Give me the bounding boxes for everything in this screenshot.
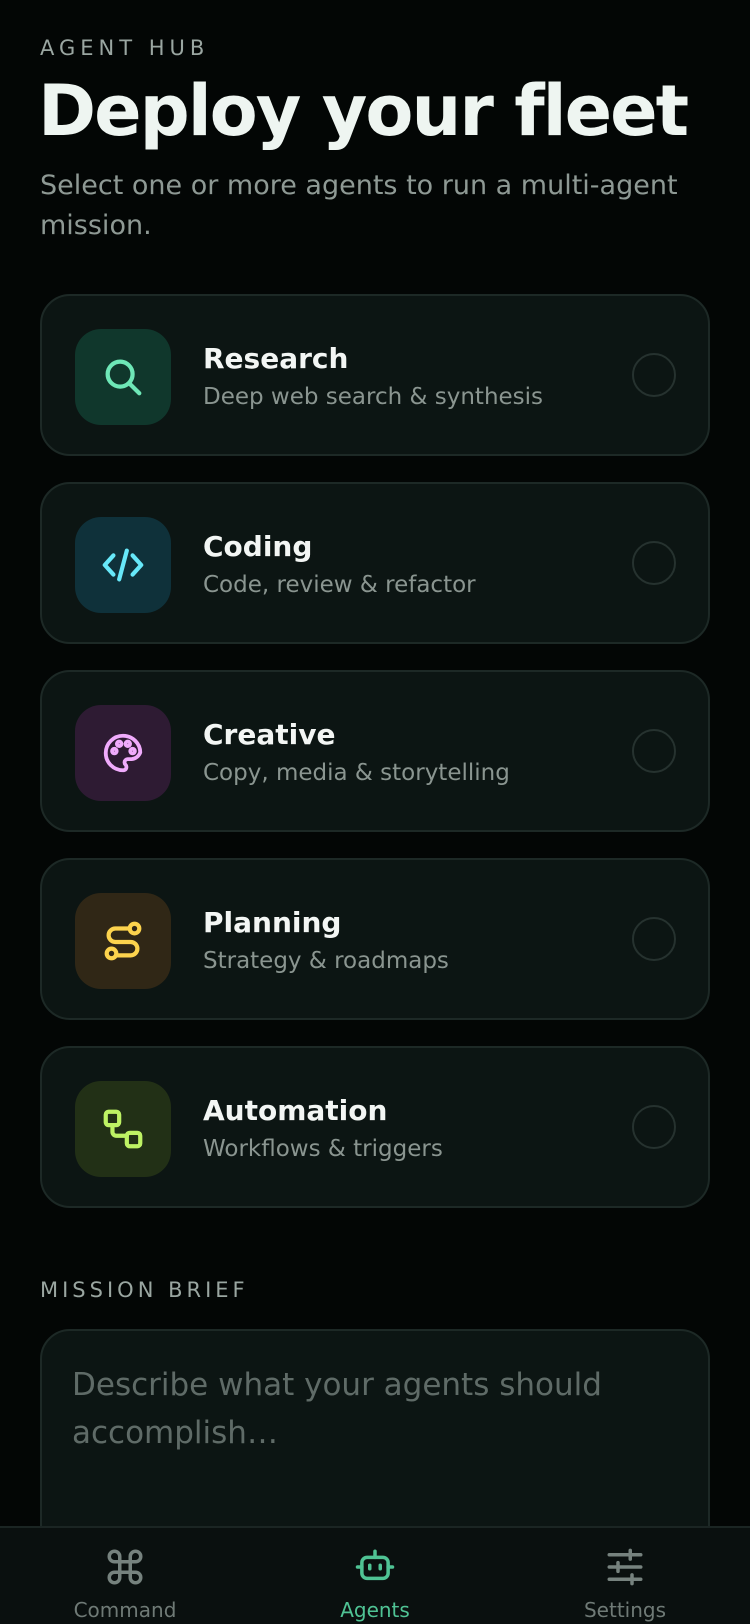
select-radio[interactable] [632,1105,676,1149]
agent-card-planning[interactable]: Planning Strategy & roadmaps [40,858,710,1020]
select-radio[interactable] [632,541,676,585]
sliders-icon [607,1548,643,1586]
agent-description: Code, review & refactor [203,572,476,598]
select-radio[interactable] [632,917,676,961]
agent-card-creative[interactable]: Creative Copy, media & storytelling [40,670,710,832]
agent-description: Copy, media & storytelling [203,760,510,786]
tab-label: Command [73,1598,177,1622]
tab-agents[interactable]: Agents [250,1528,500,1624]
select-radio[interactable] [632,729,676,773]
route-icon [75,893,171,989]
eyebrow-label: AGENT HUB [40,36,210,60]
bottom-tab-bar: Command Agents Settings [0,1526,750,1624]
robot-icon [355,1549,395,1581]
mission-brief-input[interactable] [72,1361,672,1541]
agent-card-coding[interactable]: Coding Code, review & refactor [40,482,710,644]
agent-name: Creative [203,718,336,751]
workflow-icon [75,1081,171,1177]
mission-brief-label: MISSION BRIEF [40,1278,249,1302]
command-icon [107,1549,143,1585]
select-radio[interactable] [632,353,676,397]
agent-name: Research [203,342,349,375]
agent-description: Workflows & triggers [203,1136,443,1162]
agent-description: Strategy & roadmaps [203,948,449,974]
agent-name: Coding [203,530,313,563]
tab-settings[interactable]: Settings [500,1528,750,1624]
tab-command[interactable]: Command [0,1528,250,1624]
palette-icon [75,705,171,801]
agent-list: Research Deep web search & synthesis Cod… [40,294,710,1234]
page-subtitle: Select one or more agents to run a multi… [40,170,678,241]
agent-name: Planning [203,906,342,939]
agent-card-research[interactable]: Research Deep web search & synthesis [40,294,710,456]
code-icon [75,517,171,613]
agent-name: Automation [203,1094,388,1127]
agent-hub-screen: AGENT HUB Deploy your fleet Select one o… [0,0,750,1624]
tab-label: Settings [583,1598,667,1622]
agent-description: Deep web search & synthesis [203,384,544,410]
tab-label: Agents [340,1598,410,1622]
page-title: Deploy your fleet [38,70,689,152]
agent-card-automation[interactable]: Automation Workflows & triggers [40,1046,710,1208]
search-icon [75,329,171,425]
